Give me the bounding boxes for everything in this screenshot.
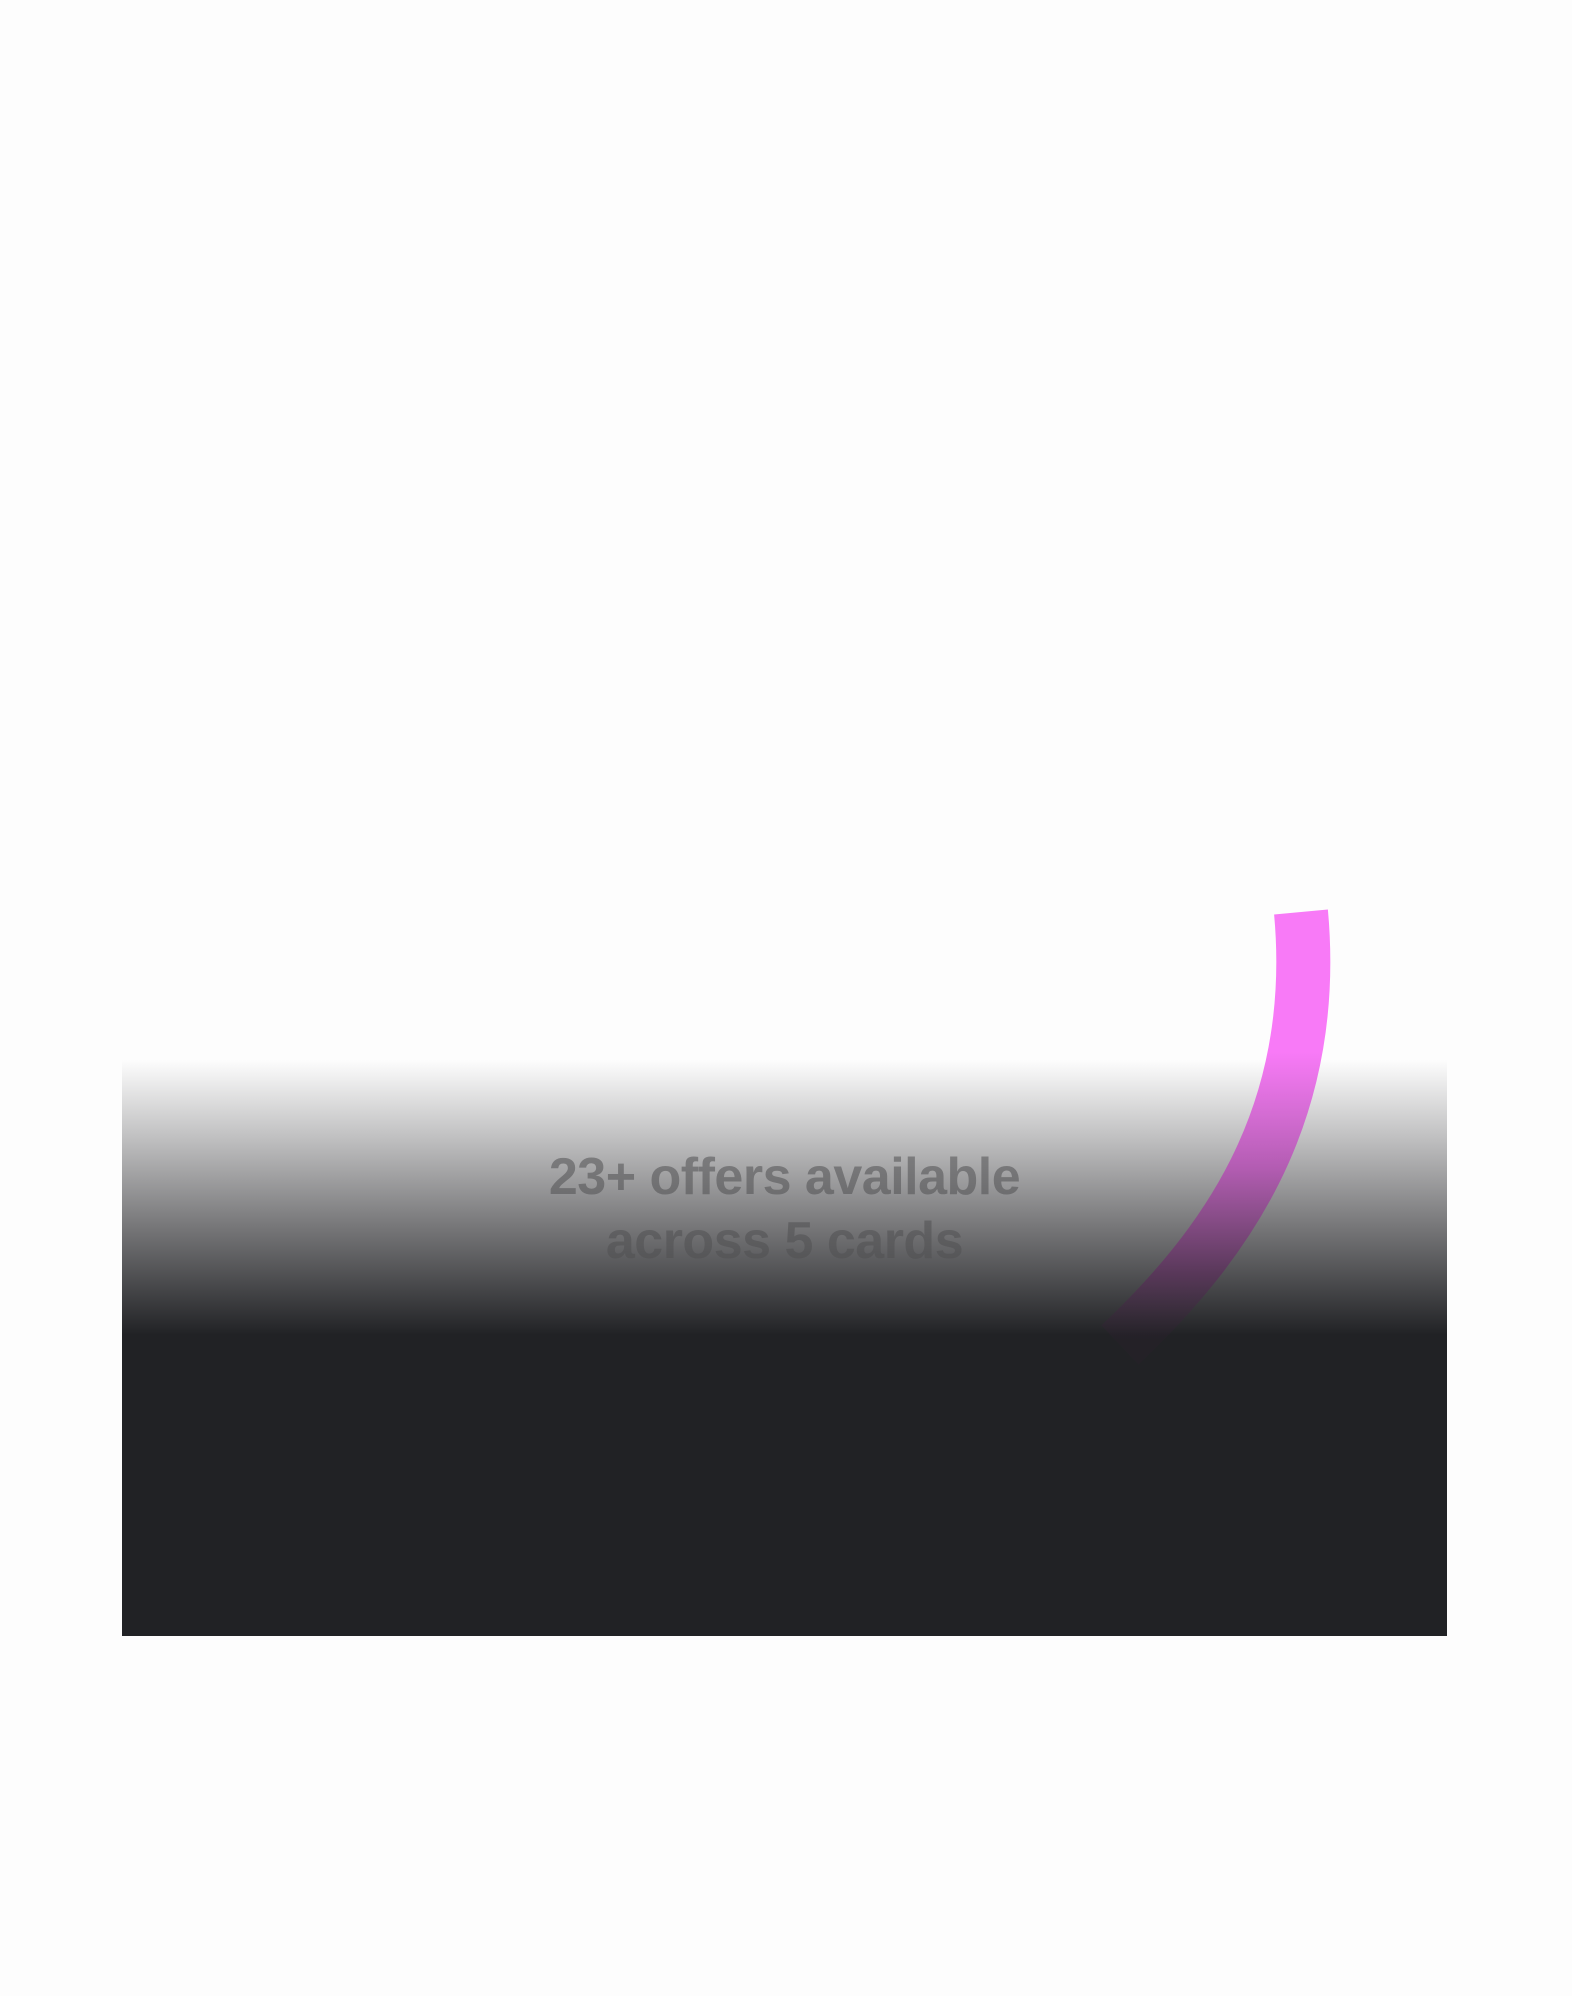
headline-line-1: 23+ offers available <box>548 1148 1021 1206</box>
offers-headline: 23+ offers available across 5 cards <box>122 1145 1447 1273</box>
progress-arc-icon <box>1101 909 1331 1365</box>
headline-line-2: across 5 cards <box>605 1212 964 1270</box>
